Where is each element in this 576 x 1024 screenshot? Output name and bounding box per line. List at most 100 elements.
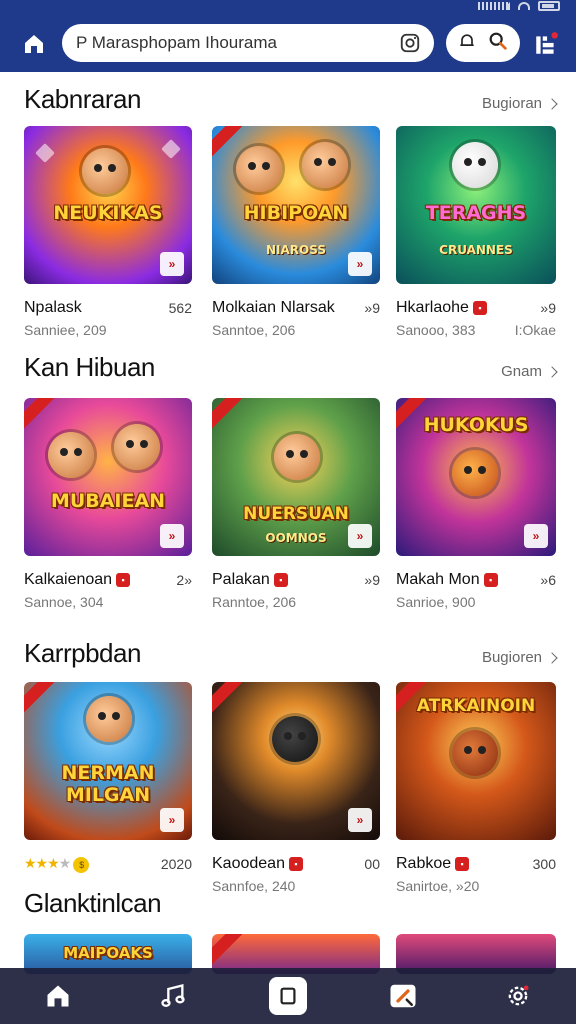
game-thumbnail[interactable]: NUERSUAN OOMNOS »	[212, 398, 380, 556]
character-art	[236, 146, 282, 192]
game-thumbnail[interactable]: NEUKIKAS »	[24, 126, 192, 284]
tag-icon: ▪	[116, 573, 131, 587]
character-art	[82, 148, 128, 194]
search-bar[interactable]	[62, 24, 434, 62]
section-header: Kabnraran Bugioran	[24, 84, 558, 115]
character-art	[86, 696, 132, 742]
game-thumbnail[interactable]: MUBAIEAN »	[24, 398, 192, 556]
square-icon	[268, 977, 307, 1015]
game-name: Rabkoe ▪	[396, 855, 470, 873]
battery-icon	[538, 1, 560, 11]
game-thumbnail[interactable]: ATRKAINOIN	[396, 682, 556, 840]
menu-button[interactable]	[530, 28, 562, 60]
sparkle	[161, 139, 181, 159]
game-card[interactable]: NEUKIKAS » Npalask 562 Sanniee, 209	[24, 126, 192, 338]
nav-draw[interactable]	[379, 974, 427, 1018]
gear-icon	[509, 985, 529, 1006]
see-all-link[interactable]: Gnam	[501, 363, 558, 380]
game-card[interactable]: NUERSUAN OOMNOS » Palakan ▪ »9 Ranntoe, 20…	[212, 398, 380, 610]
game-thumbnail[interactable]: »	[212, 682, 380, 840]
character-art	[274, 434, 320, 480]
game-thumbnail[interactable]: HUKOKUS »	[396, 398, 556, 556]
game-card[interactable]: NERMAN MILGAN » ★★★★ $ 2020	[24, 682, 192, 874]
game-count: »9	[540, 300, 556, 316]
search-icon[interactable]	[487, 30, 509, 57]
game-name: Npalask	[24, 299, 82, 316]
game-count: 00	[364, 856, 380, 872]
game-thumbnail[interactable]: NERMAN MILGAN »	[24, 682, 192, 840]
game-name: Makah Mon ▪	[396, 571, 498, 589]
play-badge: »	[348, 524, 372, 548]
game-date: Sanooo, 383	[396, 322, 476, 338]
section-title: Karrpbdan	[24, 638, 141, 668]
character-art	[452, 450, 498, 496]
game-thumbnail[interactable]: TERAGHS CRUANNES	[396, 126, 556, 284]
play-badge: »	[348, 252, 372, 276]
game-card[interactable]: MUBAIEAN » Kalkaienoan ▪ 2» Sannoe, 304	[24, 398, 192, 610]
tag-icon: ▪	[483, 573, 498, 587]
game-card[interactable]: » Kaoodean ▪ 00 Sannfoe, 240	[212, 682, 380, 894]
game-card[interactable]: HIBIPOAN NIAROSS » Molkaian Nlarsak »9 Sa…	[212, 126, 380, 338]
section-header: Glanktinlcan	[24, 888, 556, 919]
game-card[interactable]: ATRKAINOIN Rabkoe ▪ 300 Sanirtoe, »20	[396, 682, 556, 894]
status-bar	[478, 0, 560, 12]
chevron-right-icon	[546, 365, 558, 378]
see-all-link[interactable]: Bugioren	[482, 649, 558, 666]
game-name: Palakan ▪	[212, 571, 288, 589]
bell-icon[interactable]	[457, 31, 477, 56]
game-count: 300	[532, 856, 556, 872]
ribbon	[212, 398, 244, 432]
coin-icon: $	[73, 857, 90, 873]
character-art	[114, 424, 160, 470]
game-count: »9	[364, 572, 380, 588]
game-thumbnail[interactable]: HIBIPOAN NIAROSS »	[212, 126, 380, 284]
top-app-bar	[0, 0, 576, 72]
game-logo-sub: CRUANNES	[439, 242, 513, 257]
ribbon	[24, 682, 56, 716]
game-date: Sanntoe, 206	[212, 322, 296, 338]
section-title: Glanktinlcan	[24, 888, 162, 918]
nav-settings[interactable]	[494, 974, 542, 1018]
game-name: Molkaian Nlarsak	[212, 299, 335, 316]
game-logo: NERMAN	[61, 761, 155, 784]
game-count: 2»	[176, 572, 192, 588]
home-button[interactable]	[18, 28, 50, 60]
chevron-right-icon	[546, 651, 558, 664]
play-badge: »	[348, 808, 372, 832]
game-logo: TERAGHS	[425, 202, 527, 225]
game-card[interactable]: TERAGHS CRUANNES Hkarlaohe ▪ »9 Sanooo, 38…	[396, 126, 556, 338]
game-date: Ranntoe, 206	[212, 594, 297, 610]
search-input[interactable]	[76, 33, 398, 53]
play-badge: »	[160, 252, 184, 276]
game-extra: I:Okae	[514, 322, 556, 338]
character-art	[452, 730, 498, 776]
nav-music[interactable]	[149, 974, 197, 1018]
chevron-right-icon	[546, 97, 558, 110]
game-logo: NEUKIKAS	[53, 202, 163, 225]
music-icon	[161, 984, 185, 1007]
section-title: Kabnraran	[24, 84, 141, 114]
see-all-link[interactable]: Bugioran	[482, 95, 558, 112]
ribbon	[212, 682, 244, 716]
game-date: Sanrioe, 900	[396, 594, 476, 610]
game-card[interactable]: HUKOKUS » Makah Mon ▪ »6 Sanrioe, 900	[396, 398, 556, 610]
tag-icon: ▪	[288, 857, 303, 871]
nav-home[interactable]	[34, 974, 82, 1018]
play-badge: »	[160, 808, 184, 832]
nav-center[interactable]	[264, 974, 312, 1018]
character-art	[272, 716, 318, 762]
game-logo: HUKOKUS	[423, 414, 529, 437]
section-header: Karrpbdan Bugioren	[24, 638, 558, 669]
rating-stars: ★★★★ $	[24, 855, 90, 873]
signal-icon	[478, 2, 510, 10]
game-date: Sanniee, 209	[24, 322, 107, 338]
game-logo: NUERSUAN	[243, 503, 349, 524]
game-logo: MUBAIEAN	[50, 490, 166, 513]
game-logo: MAIPOAKS	[63, 944, 153, 963]
play-badge: »	[160, 524, 184, 548]
draw-icon	[390, 984, 416, 1008]
character-art	[302, 142, 348, 188]
camera-icon[interactable]	[398, 31, 422, 55]
game-name: Kaoodean ▪	[212, 855, 303, 873]
section-header: Kan Hibuan Gnam	[24, 352, 558, 383]
